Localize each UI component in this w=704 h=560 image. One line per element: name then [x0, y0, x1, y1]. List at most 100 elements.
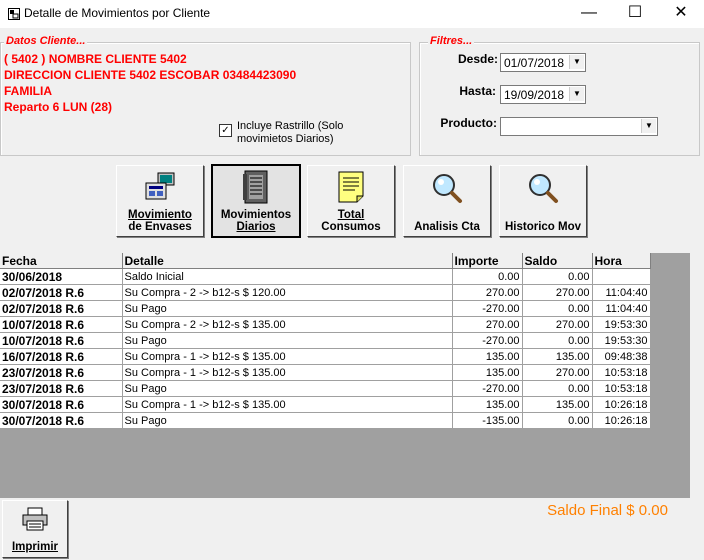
hasta-value: 19/09/2018: [504, 88, 565, 102]
historico-mov-button[interactable]: Historico Mov: [499, 165, 587, 237]
movimientos-diarios-button[interactable]: Movimientos Diarios: [211, 164, 301, 238]
movimientos-diarios-label-2: Diarios: [236, 221, 276, 233]
table-row[interactable]: 02/07/2018 R.6 Su Pago -270.00 0.00 11:04:40: [0, 300, 651, 317]
cell-hora: 11:04:40: [592, 284, 651, 301]
cell-importe: -270.00: [452, 380, 523, 397]
printer-icon: [22, 507, 48, 531]
magnifier-icon: [529, 174, 558, 203]
print-button[interactable]: Imprimir: [2, 500, 68, 558]
column-header-detalle[interactable]: Detalle: [122, 253, 453, 269]
cell-fecha: 23/07/2018 R.6: [0, 364, 123, 381]
chevron-down-icon[interactable]: ▼: [569, 87, 584, 101]
chevron-down-icon[interactable]: ▼: [641, 119, 656, 133]
cell-importe: 135.00: [452, 348, 523, 365]
cell-saldo: 0.00: [522, 268, 593, 285]
close-button[interactable]: ✕: [658, 0, 704, 28]
cell-detalle: Su Pago: [122, 300, 453, 317]
table-row[interactable]: 10/07/2018 R.6 Su Pago -270.00 0.00 19:53:30: [0, 332, 651, 349]
movements-grid[interactable]: Fecha Detalle Importe Saldo Hora 30/06/2…: [0, 253, 690, 498]
table-header: Fecha Detalle Importe Saldo Hora: [0, 253, 651, 269]
client-category: FAMILIA: [4, 84, 52, 98]
cell-fecha: 30/07/2018 R.6: [0, 412, 123, 429]
cell-detalle: Su Pago: [122, 332, 453, 349]
saldo-final: Saldo Final $ 0.00: [547, 502, 668, 519]
cell-detalle: Su Compra - 2 -> b12-s $ 135.00: [122, 316, 453, 333]
cell-hora: [592, 268, 651, 285]
print-label: Imprimir: [11, 541, 58, 553]
cell-importe: -270.00: [452, 300, 523, 317]
maximize-button[interactable]: ☐: [612, 0, 658, 28]
cell-hora: 10:53:18: [592, 380, 651, 397]
cell-hora: 09:48:38: [592, 348, 651, 365]
chevron-down-icon[interactable]: ▼: [569, 55, 584, 69]
cell-fecha: 16/07/2018 R.6: [0, 348, 123, 365]
cell-hora: 10:26:18: [592, 396, 651, 413]
cell-detalle: Su Compra - 1 -> b12-s $ 135.00: [122, 364, 453, 381]
rastrillo-label: Incluye Rastrillo (Solo movimietos Diari…: [237, 120, 344, 145]
column-header-hora[interactable]: Hora: [592, 253, 651, 269]
filters-legend: Filtres...: [428, 35, 475, 47]
client-route: Reparto 6 LUN (28): [4, 100, 113, 114]
table-row[interactable]: 30/07/2018 R.6 Su Pago -135.00 0.00 10:26:18: [0, 412, 651, 429]
cell-importe: 0.00: [452, 268, 523, 285]
hasta-date-picker[interactable]: 19/09/2018 ▼: [500, 85, 586, 104]
table-row[interactable]: 30/07/2018 R.6 Su Compra - 1 -> b12-s $ 1…: [0, 396, 651, 413]
desde-value: 01/07/2018: [504, 56, 565, 70]
movimientos-diarios-label-1: Movimientos: [220, 209, 292, 221]
computer-icon: [145, 172, 175, 200]
cell-fecha: 30/07/2018 R.6: [0, 396, 123, 413]
producto-label: Producto:: [440, 116, 497, 130]
table-row[interactable]: 02/07/2018 R.6 Su Compra - 2 -> b12-s $ 1…: [0, 284, 651, 301]
producto-select[interactable]: ▼: [500, 117, 658, 136]
cell-saldo: 135.00: [522, 396, 593, 413]
desde-date-picker[interactable]: 01/07/2018 ▼: [500, 53, 586, 72]
cell-hora: 10:53:18: [592, 364, 651, 381]
column-header-saldo[interactable]: Saldo: [522, 253, 593, 269]
cell-saldo: 270.00: [522, 364, 593, 381]
cell-fecha: 30/06/2018: [0, 268, 123, 285]
rastrillo-checkbox[interactable]: ✓: [219, 124, 232, 137]
table-row[interactable]: 10/07/2018 R.6 Su Compra - 2 -> b12-s $ 1…: [0, 316, 651, 333]
table-row[interactable]: 23/07/2018 R.6 Su Compra - 1 -> b12-s $ 1…: [0, 364, 651, 381]
cell-hora: 11:04:40: [592, 300, 651, 317]
total-consumos-button[interactable]: Total Consumos: [307, 165, 395, 237]
desde-label: Desde:: [457, 52, 498, 66]
client-name: ( 5402 ) NOMBRE CLIENTE 5402: [4, 52, 187, 66]
cell-hora: 19:53:30: [592, 316, 651, 333]
cell-fecha: 23/07/2018 R.6: [0, 380, 123, 397]
column-header-fecha[interactable]: Fecha: [0, 253, 123, 269]
magnifier-icon: [433, 174, 462, 203]
hasta-label: Hasta:: [459, 84, 496, 98]
cell-importe: 270.00: [452, 284, 523, 301]
cell-fecha: 02/07/2018 R.6: [0, 300, 123, 317]
cell-hora: 10:26:18: [592, 412, 651, 429]
cell-fecha: 10/07/2018 R.6: [0, 332, 123, 349]
cell-importe: 270.00: [452, 316, 523, 333]
cell-detalle: Su Pago: [122, 412, 453, 429]
movimiento-envases-button[interactable]: Movimiento de Envases: [116, 165, 204, 237]
cell-saldo: 270.00: [522, 316, 593, 333]
cell-detalle: Su Compra - 1 -> b12-s $ 135.00: [122, 348, 453, 365]
table-row[interactable]: 30/06/2018 Saldo Inicial 0.00 0.00: [0, 268, 651, 285]
table-row[interactable]: 23/07/2018 R.6 Su Pago -270.00 0.00 10:53:18: [0, 380, 651, 397]
total-consumos-label-1: Total: [337, 209, 365, 221]
cell-detalle: Su Pago: [122, 380, 453, 397]
cell-importe: -135.00: [452, 412, 523, 429]
cell-saldo: 0.00: [522, 380, 593, 397]
cell-detalle: Su Compra - 2 -> b12-s $ 120.00: [122, 284, 453, 301]
movimiento-envases-label-2: de Envases: [128, 221, 192, 233]
column-header-importe[interactable]: Importe: [452, 253, 523, 269]
notebook-icon: [243, 170, 268, 204]
cell-importe: 135.00: [452, 396, 523, 413]
minimize-button[interactable]: —: [566, 0, 612, 28]
movements-table: Fecha Detalle Importe Saldo Hora 30/06/2…: [0, 253, 651, 429]
cell-importe: 135.00: [452, 364, 523, 381]
cell-detalle: Su Compra - 1 -> b12-s $ 135.00: [122, 396, 453, 413]
app-icon: [8, 8, 20, 20]
table-row[interactable]: 16/07/2018 R.6 Su Compra - 1 -> b12-s $ 1…: [0, 348, 651, 365]
analisis-cta-button[interactable]: Analisis Cta: [403, 165, 491, 237]
historico-mov-label: Historico Mov: [504, 221, 582, 233]
total-consumos-label-2: Consumos: [321, 221, 381, 233]
client-address: DIRECCION CLIENTE 5402 ESCOBAR 034844230…: [4, 68, 297, 82]
cell-detalle: Saldo Inicial: [122, 268, 453, 285]
